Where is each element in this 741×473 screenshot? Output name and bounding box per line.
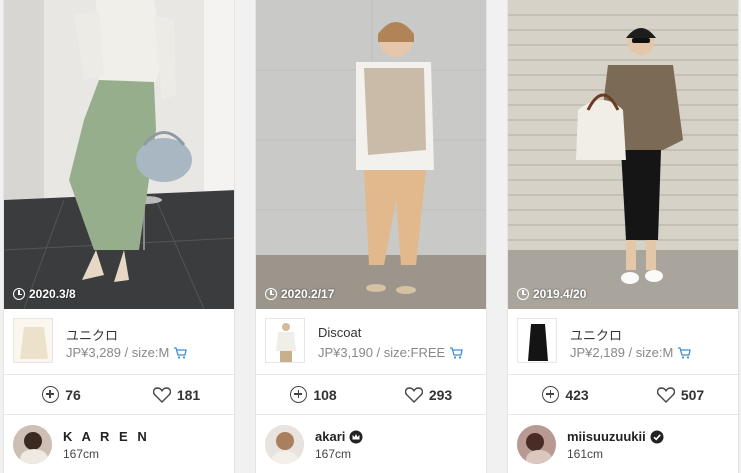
verified-badge-icon xyxy=(650,430,664,443)
user-row[interactable]: K A R E N 167cm xyxy=(4,416,234,473)
item-thumbnail[interactable] xyxy=(517,318,557,363)
outfit-card[interactable]: 2020.3/8 ユニクロ JP¥3,289 / size:M 76 181 K… xyxy=(3,0,235,473)
post-date: 2020.2/17 xyxy=(265,287,334,301)
cart-icon[interactable] xyxy=(449,346,463,359)
user-name[interactable]: akari xyxy=(315,429,363,444)
clock-icon xyxy=(265,288,277,300)
item-brand[interactable]: Discoat xyxy=(318,325,361,340)
heart-icon xyxy=(152,386,171,403)
user-name[interactable]: K A R E N xyxy=(63,429,150,444)
clip-count: 108 xyxy=(313,386,337,403)
plus-circle-icon xyxy=(42,386,60,403)
outfit-card[interactable]: 2020.2/17 Discoat JP¥3,190 / size:FREE 1… xyxy=(255,0,487,473)
clock-icon xyxy=(517,288,529,300)
clip-count: 76 xyxy=(65,386,81,403)
plus-circle-icon xyxy=(290,386,308,403)
user-height: 161cm xyxy=(567,447,604,461)
action-bar: 423 507 xyxy=(508,375,738,415)
item-brand[interactable]: ユニクロ xyxy=(66,325,118,344)
item-row[interactable]: Discoat JP¥3,190 / size:FREE xyxy=(256,309,486,375)
like-button[interactable]: 293 xyxy=(371,375,486,414)
avatar[interactable] xyxy=(265,425,304,464)
crown-badge-icon xyxy=(349,430,363,443)
clip-button[interactable]: 423 xyxy=(508,375,623,414)
item-price: JP¥3,289 / size:M xyxy=(66,345,188,360)
user-height: 167cm xyxy=(315,447,352,461)
user-name[interactable]: miisuuzuukii xyxy=(567,429,664,444)
like-count: 181 xyxy=(176,386,201,403)
item-price: JP¥3,190 / size:FREE xyxy=(318,345,463,360)
item-row[interactable]: ユニクロ JP¥3,289 / size:M xyxy=(4,309,234,375)
cart-icon[interactable] xyxy=(677,346,692,359)
like-count: 293 xyxy=(428,386,453,403)
clock-icon xyxy=(13,288,25,300)
avatar[interactable] xyxy=(13,425,52,464)
post-date: 2019.4/20 xyxy=(517,287,586,301)
cart-icon[interactable] xyxy=(173,346,188,359)
user-row[interactable]: akari 167cm xyxy=(256,416,486,473)
user-height: 167cm xyxy=(63,447,100,461)
post-date: 2020.3/8 xyxy=(13,287,76,301)
item-thumbnail[interactable] xyxy=(13,318,53,363)
plus-circle-icon xyxy=(542,386,560,403)
clip-button[interactable]: 108 xyxy=(256,375,371,414)
outfit-photo[interactable]: 2020.2/17 xyxy=(256,0,486,309)
action-bar: 76 181 xyxy=(4,375,234,415)
like-button[interactable]: 507 xyxy=(623,375,738,414)
outfit-photo[interactable]: 2019.4/20 xyxy=(508,0,738,309)
like-count: 507 xyxy=(680,386,705,403)
item-brand[interactable]: ユニクロ xyxy=(570,325,622,344)
clip-count: 423 xyxy=(565,386,589,403)
outfit-card[interactable]: 2019.4/20 ユニクロ JP¥2,189 / size:M 423 507… xyxy=(507,0,739,473)
outfit-photo[interactable]: 2020.3/8 xyxy=(4,0,234,309)
heart-icon xyxy=(656,386,675,403)
action-bar: 108 293 xyxy=(256,375,486,415)
heart-icon xyxy=(404,386,423,403)
item-row[interactable]: ユニクロ JP¥2,189 / size:M xyxy=(508,309,738,375)
item-thumbnail[interactable] xyxy=(265,318,305,363)
item-price: JP¥2,189 / size:M xyxy=(570,345,692,360)
clip-button[interactable]: 76 xyxy=(4,375,119,414)
like-button[interactable]: 181 xyxy=(119,375,234,414)
user-row[interactable]: miisuuzuukii 161cm xyxy=(508,416,738,473)
avatar[interactable] xyxy=(517,425,556,464)
